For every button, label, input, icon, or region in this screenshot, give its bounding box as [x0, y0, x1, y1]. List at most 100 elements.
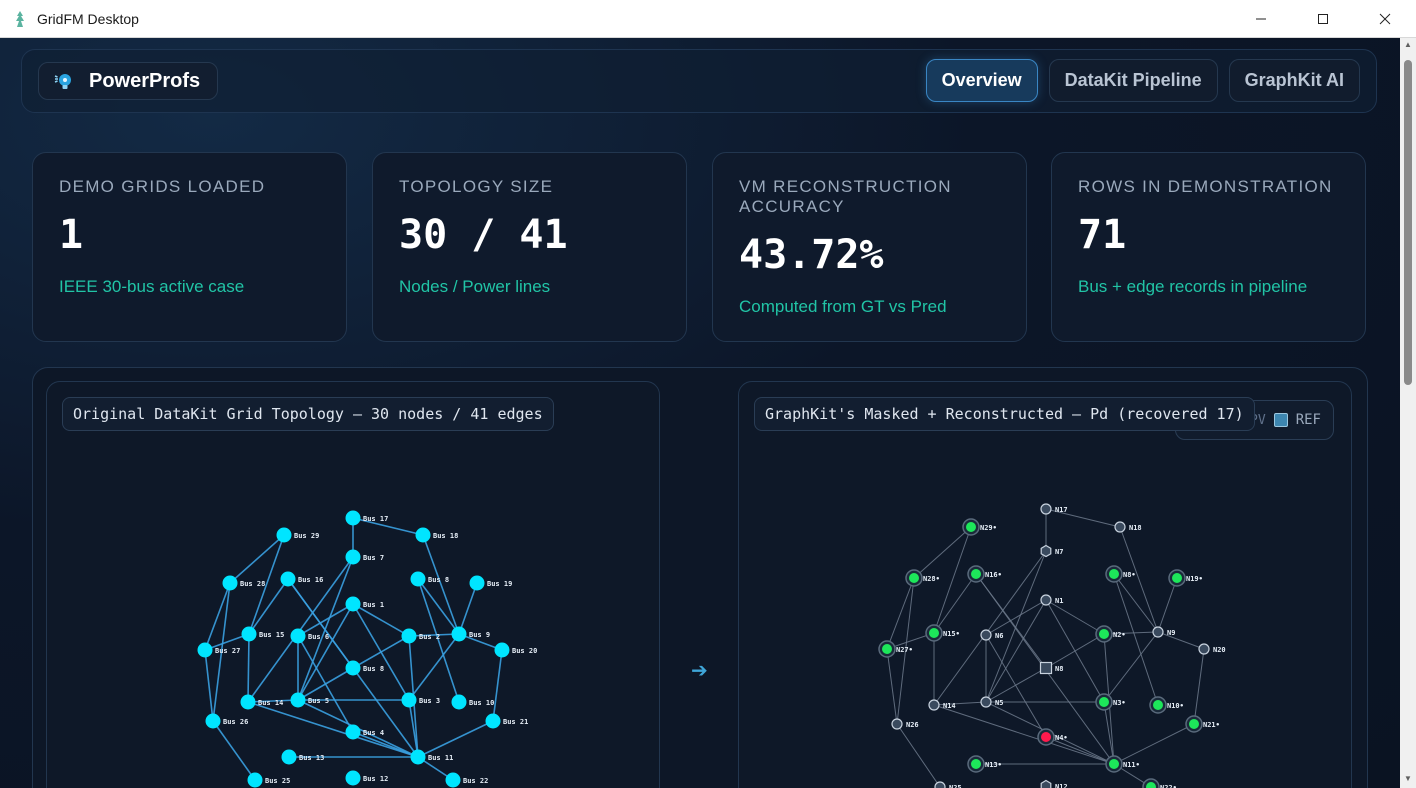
- bus-node: [240, 694, 256, 710]
- stat-label: ROWS IN DEMONSTRATION: [1078, 177, 1333, 196]
- bus-node: [345, 549, 361, 565]
- stat-label: DEMO GRIDS LOADED: [59, 177, 266, 196]
- bus-node: [345, 770, 361, 786]
- stat-value: 71: [1078, 212, 1127, 258]
- brand-logo[interactable]: PowerProfs: [38, 62, 218, 100]
- node-label: N21•: [1203, 721, 1220, 729]
- bus-node: [197, 642, 213, 658]
- bus-label: Bus 22: [463, 777, 488, 785]
- ref-node: [1039, 661, 1053, 675]
- bus-label: Bus 4: [363, 729, 384, 737]
- bus-node: [280, 571, 296, 587]
- pq-node: [928, 699, 940, 711]
- bus-label: Bus 8: [428, 576, 449, 584]
- minimize-button[interactable]: [1230, 0, 1292, 38]
- grid-edge: [212, 720, 256, 781]
- bus-label: Bus 3: [419, 697, 440, 705]
- recovered-node: [966, 522, 976, 532]
- vertical-scrollbar[interactable]: ▲ ▼: [1400, 38, 1416, 788]
- node-label: N19•: [1186, 575, 1203, 583]
- recovered-node: [1189, 719, 1199, 729]
- grid-edge: [1113, 723, 1195, 765]
- close-button[interactable]: [1354, 0, 1416, 38]
- grid-edge: [933, 573, 977, 634]
- node-label: N16•: [985, 571, 1002, 579]
- bus-label: Bus 28: [240, 580, 265, 588]
- grid-edge: [1045, 633, 1105, 669]
- node-label: N4•: [1055, 734, 1068, 742]
- bus-label: Bus 27: [215, 647, 240, 655]
- pq-node: [1040, 503, 1052, 515]
- node-label: N10•: [1167, 702, 1184, 710]
- stat-label: TOPOLOGY SIZE: [399, 177, 554, 196]
- scroll-down-icon[interactable]: ▼: [1403, 774, 1413, 786]
- node-label: N27•: [896, 646, 913, 654]
- recovered-node: [971, 759, 981, 769]
- stat-value: 43.72%: [739, 232, 884, 278]
- tab-graphkit-ai[interactable]: GraphKit AI: [1228, 59, 1360, 102]
- pv-node: [1040, 544, 1052, 558]
- bus-node: [247, 772, 263, 788]
- grid-edge: [492, 649, 503, 722]
- scroll-up-icon[interactable]: ▲: [1403, 40, 1413, 52]
- bus-node: [445, 772, 461, 788]
- lightbulb-icon: [53, 70, 75, 92]
- node-label: N18: [1129, 524, 1142, 532]
- bus-label: Bus 26: [223, 718, 248, 726]
- reconstructed-title: GraphKit's Masked + Reconstructed — Pd (…: [754, 397, 1255, 431]
- bus-node: [222, 575, 238, 591]
- grid-edge: [1157, 631, 1205, 650]
- grid-edge: [417, 720, 494, 758]
- bus-label: Bus 17: [363, 515, 388, 523]
- bus-node: [451, 626, 467, 642]
- bus-label: Bus 12: [363, 775, 388, 783]
- bus-node: [290, 692, 306, 708]
- pq-node: [980, 696, 992, 708]
- recovered-node: [1099, 629, 1109, 639]
- window-title: GridFM Desktop: [37, 10, 139, 27]
- node-label: N15•: [943, 630, 960, 638]
- stat-card-rows: ROWS IN DEMONSTRATION 71 Bus + edge reco…: [1051, 152, 1366, 342]
- bus-label: Bus 9: [469, 631, 490, 639]
- bus-label: Bus 13: [299, 754, 324, 762]
- bus-node: [401, 692, 417, 708]
- node-label: N3•: [1113, 699, 1126, 707]
- stat-subtitle: IEEE 30-bus active case: [59, 277, 245, 296]
- grid-edge: [352, 635, 410, 669]
- recovered-node: [929, 628, 939, 638]
- node-label: N8•: [1123, 571, 1136, 579]
- bus-node: [241, 626, 257, 642]
- bus-node: [401, 628, 417, 644]
- recovered-node: [1109, 569, 1119, 579]
- bus-node: [276, 527, 292, 543]
- bus-label: Bus 5: [308, 697, 329, 705]
- tab-overview[interactable]: Overview: [925, 59, 1038, 102]
- reconstructed-graph[interactable]: N17 N29• N18 N7 N28• N16• N8• N19• N1 N15• N6 N2• N9…: [739, 382, 1352, 788]
- bus-label: Bus 7: [363, 554, 384, 562]
- node-label: N25: [949, 784, 962, 788]
- bus-label: Bus 19: [487, 580, 512, 588]
- scroll-thumb[interactable]: [1404, 60, 1412, 385]
- grid-edge: [408, 633, 460, 701]
- node-label: N6: [995, 632, 1003, 640]
- node-label: N26: [906, 721, 919, 729]
- stat-card-vm-accuracy: VM RECONSTRUCTION ACCURACY 43.72% Comput…: [712, 152, 1027, 342]
- bus-label: Bus 6: [308, 633, 329, 641]
- masked-node: [1041, 732, 1051, 742]
- brand-name: PowerProfs: [89, 69, 201, 92]
- bus-node: [205, 713, 221, 729]
- node-label: N28•: [923, 575, 940, 583]
- bus-label: Bus 20: [512, 647, 537, 655]
- bus-node: [281, 749, 297, 765]
- recovered-node: [971, 569, 981, 579]
- main-nav: Overview DataKit Pipeline GraphKit AI: [925, 59, 1360, 102]
- node-label: N11•: [1123, 761, 1140, 769]
- bus-node: [345, 510, 361, 526]
- maximize-button[interactable]: [1292, 0, 1354, 38]
- node-label: N1: [1055, 597, 1063, 605]
- original-topology-title: Original DataKit Grid Topology — 30 node…: [62, 397, 554, 431]
- original-topology-graph[interactable]: Bus 17 Bus 29 Bus 18 Bus 7 Bus 28 Bus 16 Bus 8…: [47, 382, 660, 788]
- tab-datakit-pipeline[interactable]: DataKit Pipeline: [1048, 59, 1218, 102]
- stat-value: 1: [59, 212, 84, 258]
- ref-checkbox[interactable]: [1273, 413, 1288, 427]
